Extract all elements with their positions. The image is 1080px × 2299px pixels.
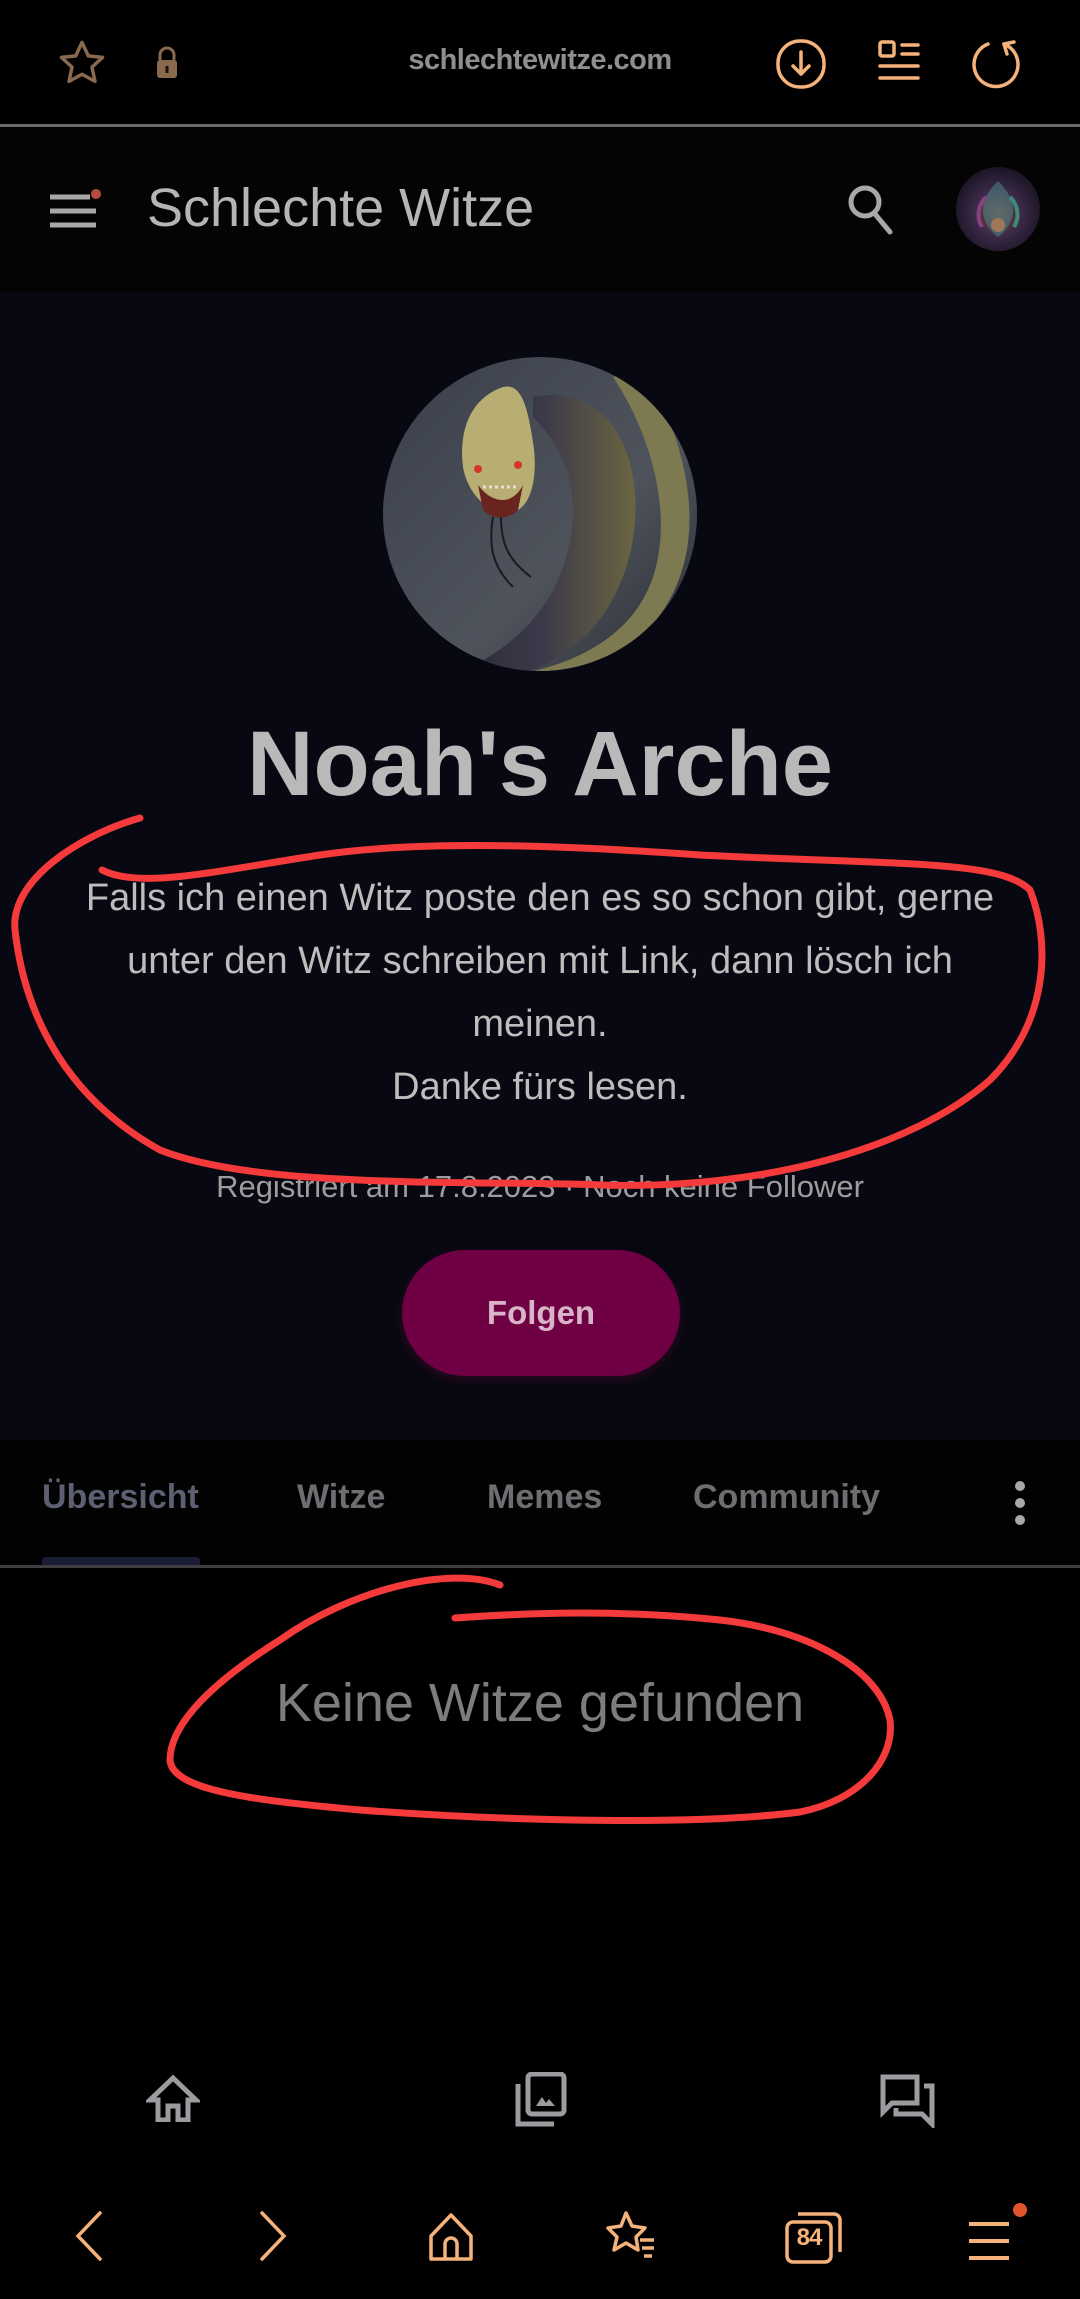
- profile-name: Noah's Arche: [247, 713, 833, 815]
- home-nav-icon[interactable]: [146, 2074, 200, 2122]
- browser-top-bar: schlechtewitze.com: [0, 0, 1080, 127]
- reader-mode-icon[interactable]: [878, 40, 920, 84]
- community-chat-nav-icon[interactable]: [880, 2074, 936, 2128]
- back-icon[interactable]: [74, 2210, 104, 2262]
- search-icon[interactable]: [846, 183, 896, 237]
- menu-icon[interactable]: [48, 189, 104, 229]
- browser-menu-icon[interactable]: [966, 2202, 1028, 2262]
- more-options-icon[interactable]: [1012, 1480, 1028, 1526]
- profile-avatar: [383, 357, 697, 671]
- app-header: Schlechte Witze: [0, 127, 1080, 292]
- profile-tabs: Übersicht Witze Memes Community: [0, 1440, 1080, 1568]
- browser-home-icon[interactable]: [427, 2212, 475, 2262]
- bio-line: Falls ich einen Witz poste den es so sch…: [85, 877, 995, 919]
- tab-community[interactable]: Community: [693, 1478, 880, 1517]
- memes-gallery-nav-icon[interactable]: [514, 2072, 568, 2128]
- tab-memes[interactable]: Memes: [487, 1478, 602, 1517]
- user-avatar[interactable]: [956, 167, 1040, 251]
- tab-overview[interactable]: Übersicht: [42, 1478, 199, 1517]
- empty-state-message: Keine Witze gefunden: [275, 1673, 805, 1733]
- forward-icon[interactable]: [258, 2210, 288, 2262]
- active-tab-indicator: [42, 1557, 200, 1565]
- tab-count: 84: [796, 2224, 823, 2251]
- bookmarks-icon[interactable]: [604, 2210, 658, 2264]
- registration-meta: Registriert am 17.8.2023 · Noch keine Fo…: [216, 1169, 864, 1204]
- reload-icon[interactable]: [970, 38, 1022, 90]
- profile-section: Noah's Arche Falls ich einen Witz poste …: [0, 292, 1080, 1440]
- bio-line: meinen.: [472, 1003, 608, 1045]
- follow-button[interactable]: Folgen: [402, 1250, 680, 1376]
- browser-bottom-bar: 84: [0, 2180, 1080, 2299]
- tab-witze[interactable]: Witze: [297, 1478, 385, 1517]
- download-icon[interactable]: [775, 38, 827, 90]
- tabs-switcher[interactable]: 84: [784, 2210, 846, 2266]
- profile-bio: Falls ich einen Witz poste den es so sch…: [30, 867, 1050, 1119]
- bio-line: Danke fürs lesen.: [392, 1066, 688, 1108]
- bio-line: unter den Witz schreiben mit Link, dann …: [127, 940, 953, 982]
- app-title[interactable]: Schlechte Witze: [147, 177, 534, 239]
- app-bottom-nav: [0, 2030, 1080, 2180]
